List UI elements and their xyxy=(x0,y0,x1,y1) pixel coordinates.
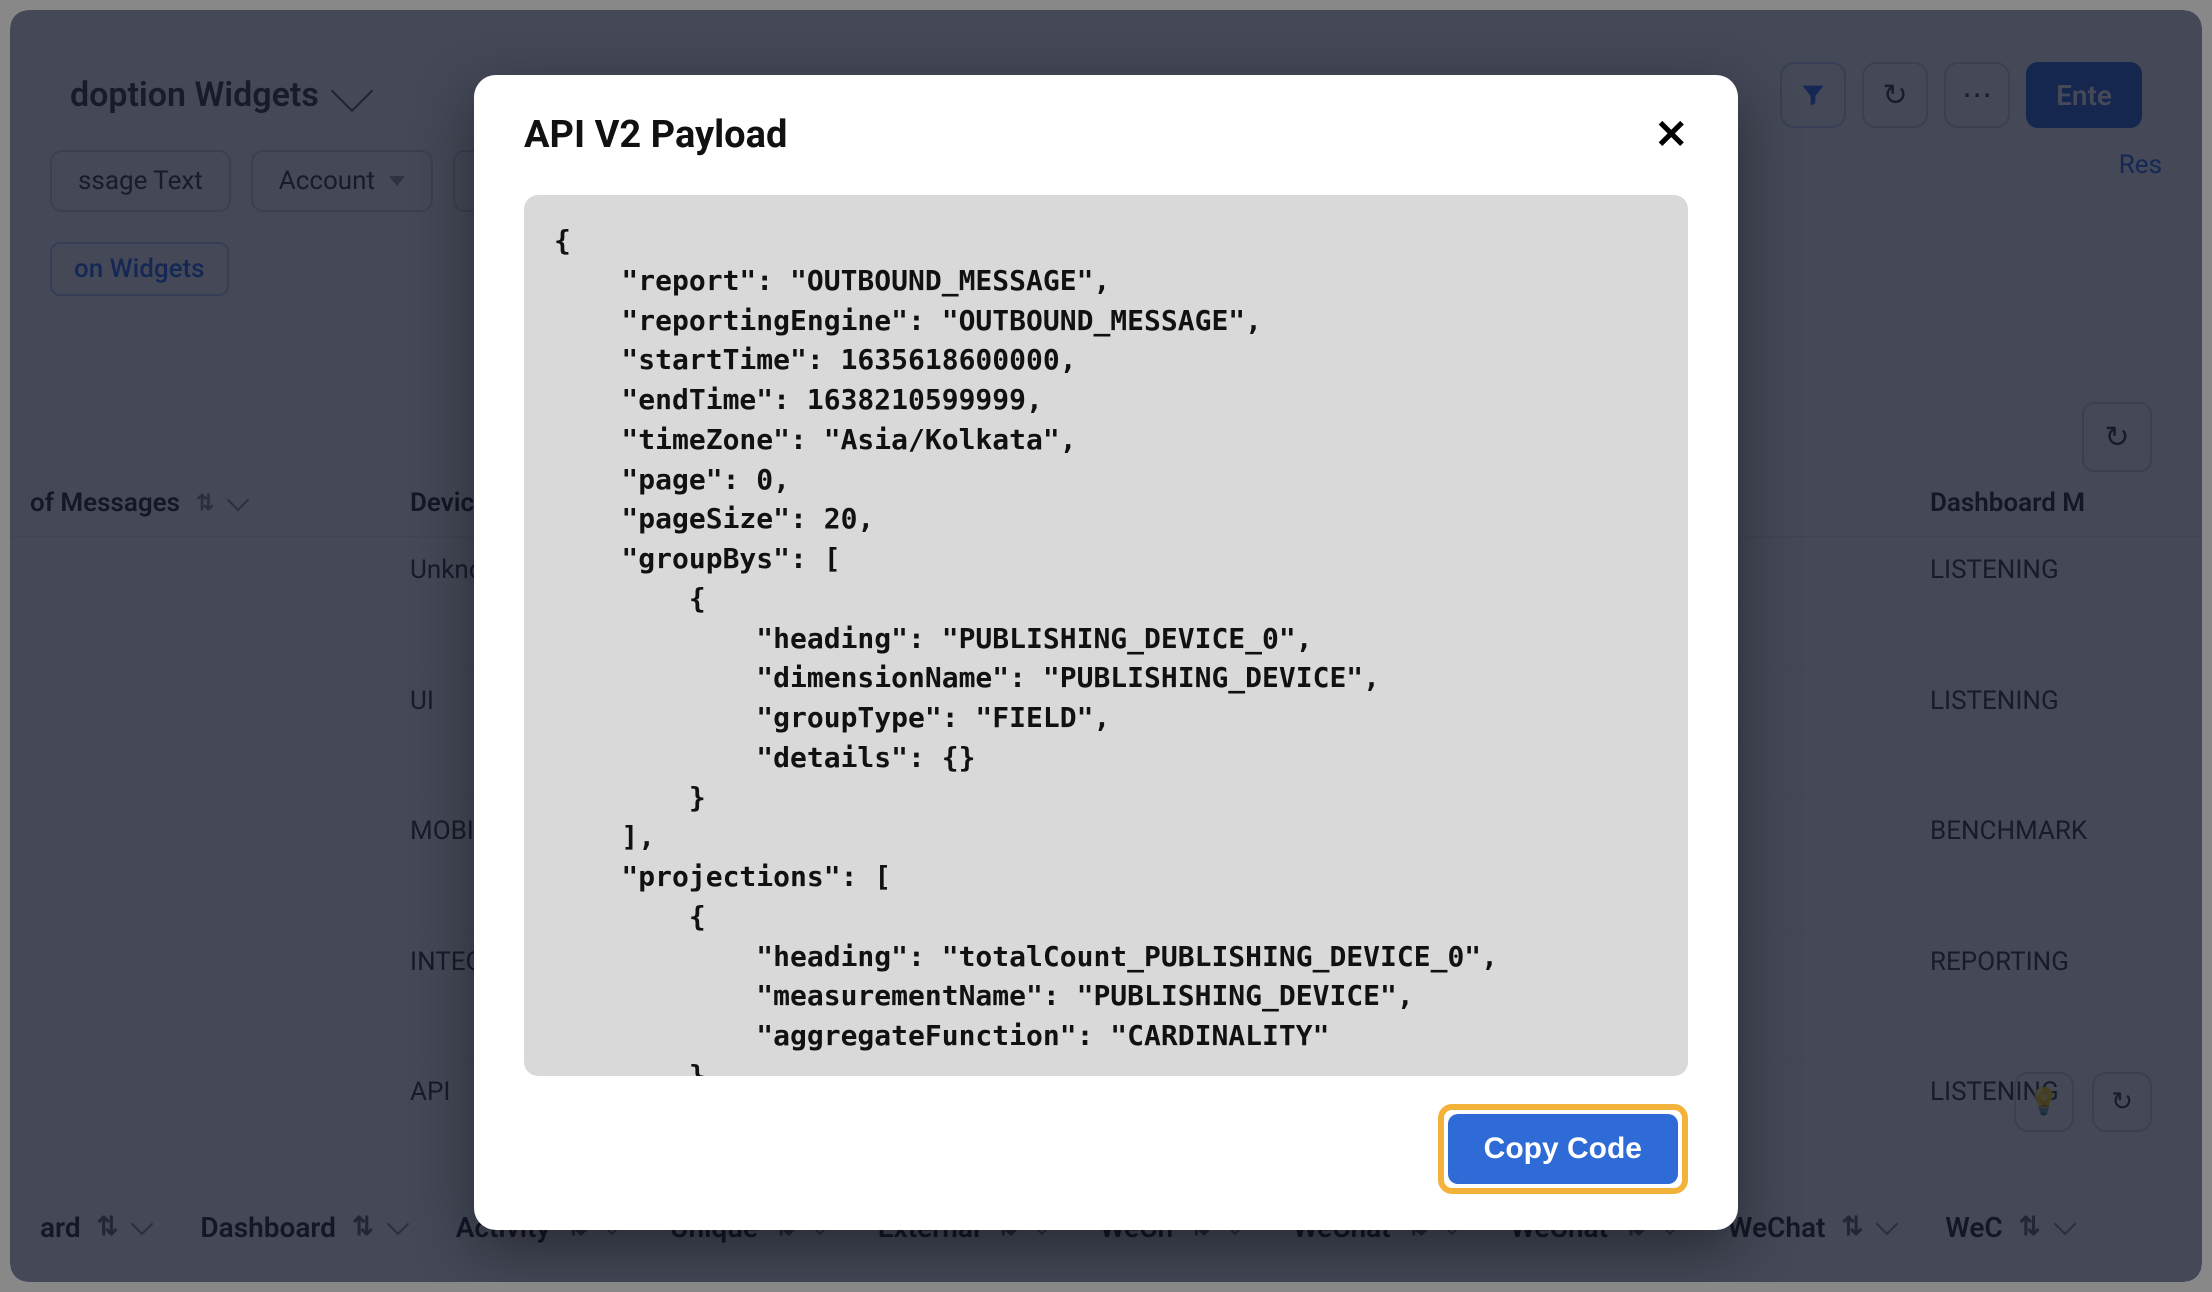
modal-title: API V2 Payload xyxy=(524,113,787,157)
payload-code-block[interactable]: { "report": "OUTBOUND_MESSAGE", "reporti… xyxy=(524,195,1688,1076)
copy-code-highlight: Copy Code xyxy=(1438,1104,1688,1194)
api-payload-modal: API V2 Payload ✕ { "report": "OUTBOUND_M… xyxy=(474,75,1738,1230)
close-icon[interactable]: ✕ xyxy=(1654,115,1688,155)
copy-code-button[interactable]: Copy Code xyxy=(1448,1114,1678,1184)
